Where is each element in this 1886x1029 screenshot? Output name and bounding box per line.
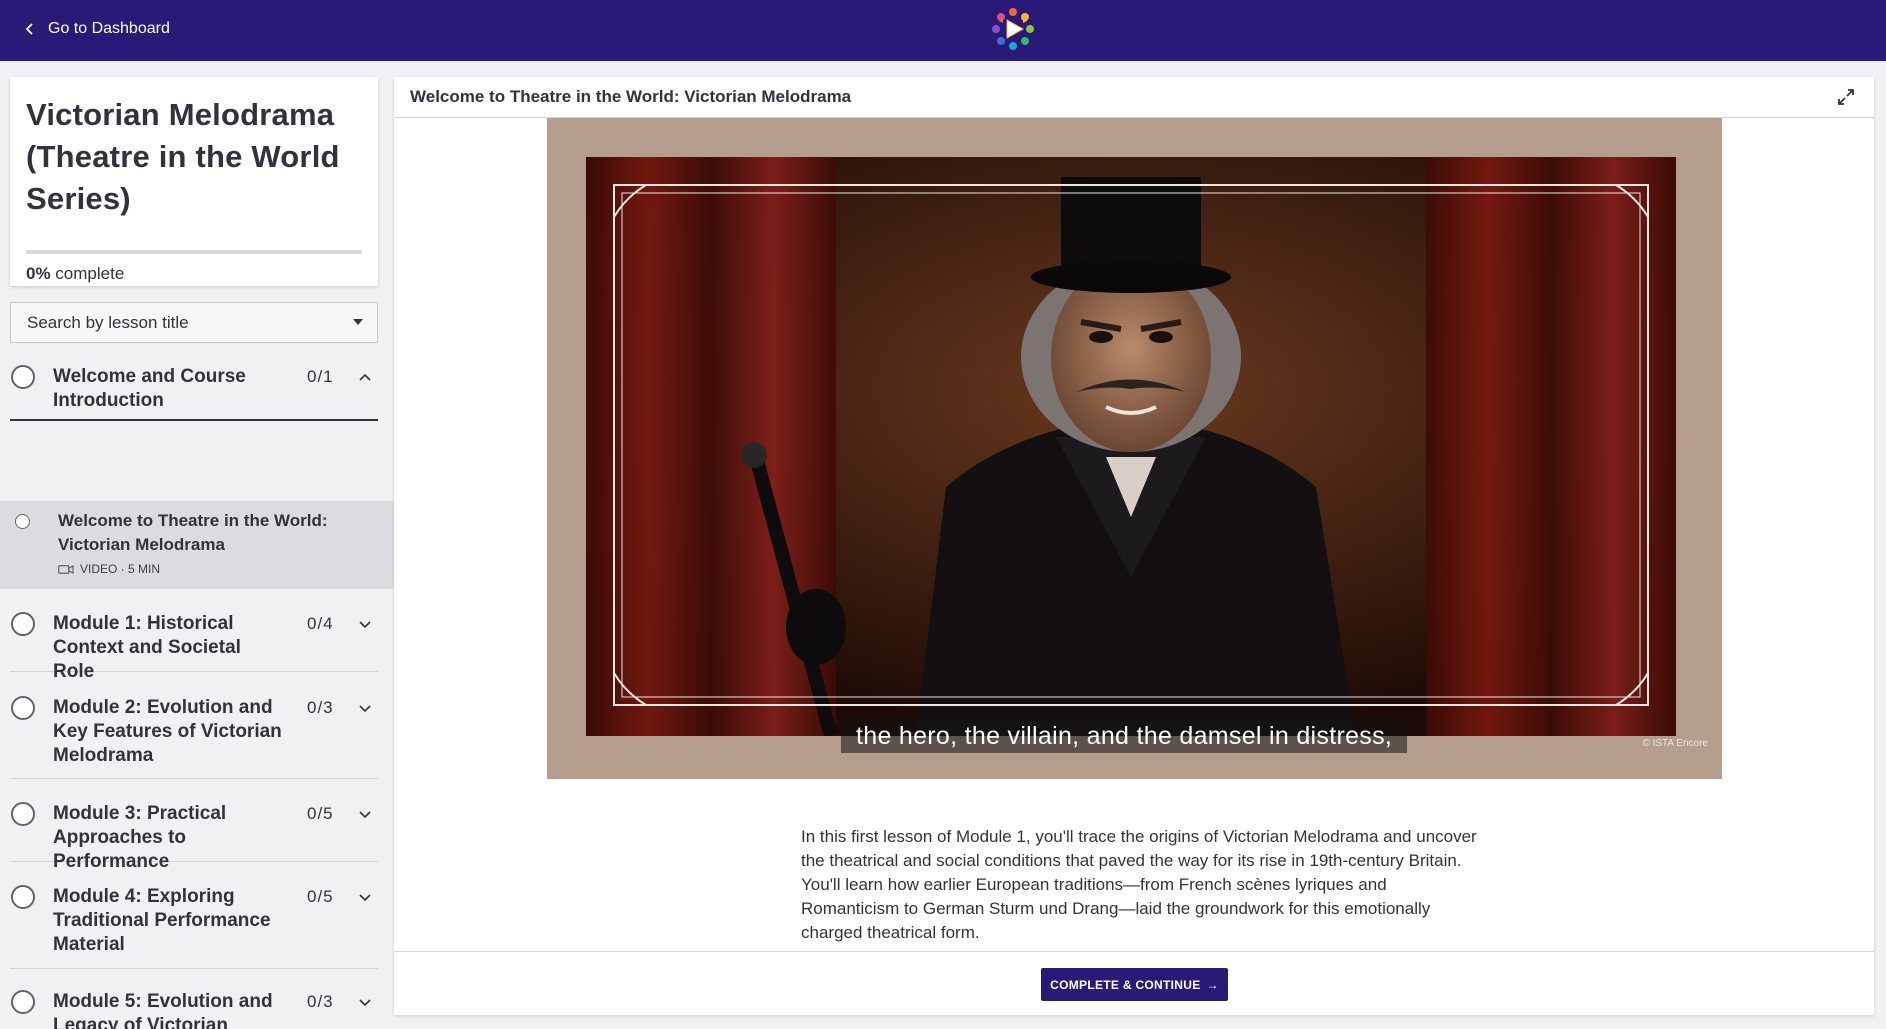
module-count: 0/1: [307, 367, 334, 386]
module-status-circle-icon: [11, 885, 35, 909]
module-2[interactable]: Module 2: Evolution and Key Features of …: [10, 672, 378, 779]
complete-continue-button[interactable]: COMPLETE & CONTINUE →: [1041, 968, 1228, 1001]
go-to-dashboard-label: Go to Dashboard: [48, 19, 170, 37]
chevron-down-icon[interactable]: [358, 890, 372, 904]
course-sidebar: Victorian Melodrama (Theatre in the Worl…: [0, 61, 394, 1029]
play-flower-logo: [992, 8, 1034, 50]
module-title: Module 2: Evolution and Key Features of …: [53, 697, 282, 766]
module-count: 0/5: [307, 804, 334, 823]
lesson-meta-text: VIDEO · 5 MIN: [80, 562, 161, 576]
lesson-description: In this first lesson of Module 1, you'll…: [801, 827, 1477, 942]
lesson-status-circle-icon: [15, 514, 30, 529]
course-progress-bar: [26, 250, 362, 254]
video-frame: [586, 157, 1676, 736]
course-title: Victorian Melodrama (Theatre in the Worl…: [26, 97, 340, 216]
chevron-down-icon[interactable]: [358, 617, 372, 631]
video-still-image: [586, 157, 1676, 736]
go-to-dashboard-link[interactable]: Go to Dashboard: [24, 0, 170, 57]
module-status-circle-icon: [11, 802, 35, 826]
caret-down-icon: [353, 319, 363, 325]
top-bar: Go to Dashboard: [0, 0, 1886, 61]
lesson-header: Welcome to Theatre in the World: Victori…: [394, 77, 1874, 118]
module-title: Module 4: Exploring Traditional Performa…: [53, 886, 271, 955]
video-caption: the hero, the villain, and the damsel in…: [841, 719, 1408, 753]
lesson-header-title: Welcome to Theatre in the World: Victori…: [410, 87, 852, 106]
module-title: Module 5: Evolution and Legacy of Victor…: [53, 991, 273, 1029]
arrow-right-icon: →: [1206, 977, 1219, 992]
lesson-search-placeholder: Search by lesson title: [27, 312, 189, 332]
module-status-circle-icon: [11, 612, 35, 636]
module-count: 0/3: [307, 992, 334, 1011]
course-card: Victorian Melodrama (Theatre in the Worl…: [10, 77, 378, 286]
chevron-down-icon[interactable]: [358, 701, 372, 715]
module-4[interactable]: Module 4: Exploring Traditional Performa…: [10, 862, 378, 969]
module-welcome[interactable]: Welcome and Course Introduction 0/1: [10, 355, 378, 421]
lesson-footer: COMPLETE & CONTINUE →: [394, 951, 1874, 1015]
module-count: 0/4: [307, 614, 334, 633]
complete-continue-label: COMPLETE & CONTINUE: [1050, 977, 1201, 992]
module-5[interactable]: Module 5: Evolution and Legacy of Victor…: [10, 969, 378, 1029]
lesson-title: Welcome to Theatre in the World: Victori…: [58, 511, 328, 554]
module-count: 0/5: [307, 887, 334, 906]
module-1[interactable]: Module 1: Historical Context and Societa…: [10, 589, 378, 682]
progress-suffix: complete: [50, 264, 125, 283]
video-watermark: © ISTA Encore: [1642, 738, 1708, 749]
module-status-circle-icon: [11, 990, 35, 1014]
video-icon: [58, 564, 74, 574]
module-count: 0/3: [307, 698, 334, 717]
chevron-down-icon[interactable]: [358, 995, 372, 1009]
lesson-content-panel: Welcome to Theatre in the World: Victori…: [394, 77, 1874, 1015]
lesson-item-active[interactable]: Welcome to Theatre in the World: Victori…: [0, 501, 394, 589]
lesson-meta: VIDEO · 5 MIN: [58, 562, 160, 576]
module-3[interactable]: Module 3: Practical Approaches to Perfor…: [10, 779, 378, 872]
module-status-circle-icon: [11, 696, 35, 720]
module-status-circle-icon: [11, 365, 35, 389]
lesson-search-select[interactable]: Search by lesson title: [10, 302, 378, 343]
chevron-up-icon[interactable]: [358, 370, 372, 384]
progress-value: 0%: [26, 264, 51, 283]
chevron-down-icon[interactable]: [358, 807, 372, 821]
video-player[interactable]: the hero, the villain, and the damsel in…: [547, 118, 1722, 779]
chevron-left-icon: [25, 22, 33, 35]
expand-icon[interactable]: [1836, 87, 1856, 107]
module-title: Welcome and Course Introduction: [53, 366, 246, 411]
progress-label: 0% complete: [26, 264, 124, 284]
